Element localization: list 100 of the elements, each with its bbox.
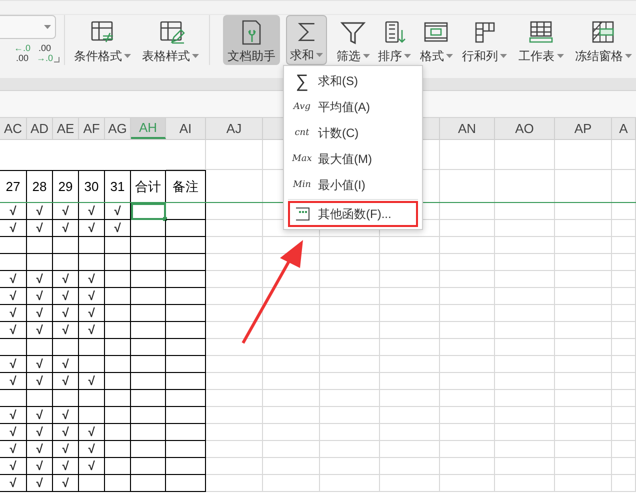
- table-cell: [79, 390, 105, 407]
- grid-cell: [612, 356, 636, 373]
- grid-cell: [440, 424, 495, 441]
- column-header[interactable]: AC: [0, 118, 27, 139]
- grid-cell: [440, 356, 495, 373]
- table-cell: √: [27, 203, 53, 220]
- column-header[interactable]: AP: [555, 118, 612, 139]
- fill-handle[interactable]: [163, 217, 167, 221]
- grid-cell: [555, 390, 612, 407]
- dialog-launcher-icon[interactable]: [54, 57, 60, 63]
- ribbon-button[interactable]: 文档助手: [222, 15, 280, 65]
- grid-cell: [206, 271, 263, 288]
- grid-cell: [495, 237, 555, 254]
- table-cell: [166, 373, 206, 390]
- ribbon-button[interactable]: 冻结窗格: [570, 15, 636, 65]
- table-cell: √: [27, 220, 53, 237]
- more-functions-icon: [294, 207, 310, 221]
- table-cell: [166, 254, 206, 271]
- table-cell: √: [79, 220, 105, 237]
- table-cell: √: [79, 322, 105, 339]
- menu-item[interactable]: 其他函数(F)...: [288, 201, 418, 227]
- table-cell: √: [27, 356, 53, 373]
- table-cell: √: [53, 356, 79, 373]
- menu-item[interactable]: Max 最大值(M): [288, 146, 418, 172]
- table-cell: [166, 458, 206, 475]
- grid-cell: [380, 356, 440, 373]
- column-header[interactable]: AD: [27, 118, 53, 139]
- menu-item[interactable]: cnt 计数(C): [288, 120, 418, 146]
- grid-cell: [555, 203, 612, 220]
- grid-cell: [263, 458, 320, 475]
- table-cell: [79, 407, 105, 424]
- grid-cell: [380, 373, 440, 390]
- grid-cell: [440, 203, 495, 220]
- grid-cell: [555, 271, 612, 288]
- menu-item[interactable]: Avg 平均值(A): [288, 94, 418, 120]
- table-cell: √: [0, 356, 27, 373]
- column-header[interactable]: AF: [79, 118, 105, 139]
- grid-cell: [440, 407, 495, 424]
- ribbon-button[interactable]: 工作表: [515, 15, 567, 65]
- table-cell: [166, 441, 206, 458]
- grid-cell: [320, 424, 380, 441]
- column-header[interactable]: A: [612, 118, 636, 139]
- ribbon-button[interactable]: 条件格式: [71, 15, 134, 65]
- table-header-cell: 31: [105, 170, 131, 202]
- table-cell: [105, 271, 131, 288]
- table-cell: [53, 339, 79, 356]
- ribbon-button[interactable]: 排序: [374, 15, 414, 65]
- grid-cell: [263, 305, 320, 322]
- grid-cell: [495, 424, 555, 441]
- grid-cell: [206, 458, 263, 475]
- grid-cell: [440, 305, 495, 322]
- table-cell: [105, 458, 131, 475]
- ribbon-button[interactable]: 表格样式: [138, 15, 203, 65]
- table-cell: [27, 254, 53, 271]
- grid-cell: [380, 407, 440, 424]
- table-cell: √: [0, 305, 27, 322]
- table-cell: √: [79, 305, 105, 322]
- table-cell: [166, 220, 206, 237]
- grid-cell: [612, 271, 636, 288]
- ribbon-button[interactable]: 求和: [286, 15, 328, 65]
- table-cell: [105, 288, 131, 305]
- grid-cell: [612, 288, 636, 305]
- grid-cell: [440, 271, 495, 288]
- column-header[interactable]: AE: [53, 118, 79, 139]
- grid-cell: [555, 475, 612, 492]
- grid-cell: [495, 322, 555, 339]
- grid-cell: [320, 441, 380, 458]
- menu-item[interactable]: Min 最小值(I): [288, 172, 418, 198]
- column-header[interactable]: AJ: [206, 118, 263, 139]
- grid-cell: [612, 322, 636, 339]
- grid-cell: [495, 305, 555, 322]
- table-cell: [105, 373, 131, 390]
- ribbon-button[interactable]: 筛选: [333, 15, 373, 65]
- decimal-button[interactable]: ←.0 .00: [14, 43, 31, 63]
- sigma-icon: ∑: [296, 72, 308, 90]
- grid-cell: [440, 322, 495, 339]
- grid-cell: [440, 237, 495, 254]
- grid-cell: [555, 356, 612, 373]
- grid-cell: [206, 237, 263, 254]
- ribbon-button[interactable]: 行和列: [458, 15, 512, 65]
- table-cell: [53, 237, 79, 254]
- grid-cell: [206, 441, 263, 458]
- table-cell: [105, 407, 131, 424]
- menu-item[interactable]: ∑ 求和(S): [288, 68, 418, 94]
- grid-cell: [495, 407, 555, 424]
- grid-cell: [206, 475, 263, 492]
- table-cell: [79, 356, 105, 373]
- table-header-cell: 30: [79, 170, 105, 202]
- column-header[interactable]: AO: [495, 118, 555, 139]
- function-abbreviation-icon: Min: [293, 180, 311, 190]
- decimal-button[interactable]: .00 →.0: [36, 43, 54, 63]
- column-header[interactable]: AN: [440, 118, 495, 139]
- table-cell: √: [53, 407, 79, 424]
- grid-cell: [495, 356, 555, 373]
- table-cell: [105, 254, 131, 271]
- column-header[interactable]: AI: [166, 118, 206, 139]
- grid-cell: [263, 475, 320, 492]
- ribbon-button[interactable]: 格式: [418, 15, 454, 65]
- grid-cell: [555, 339, 612, 356]
- table-cell: √: [53, 203, 79, 220]
